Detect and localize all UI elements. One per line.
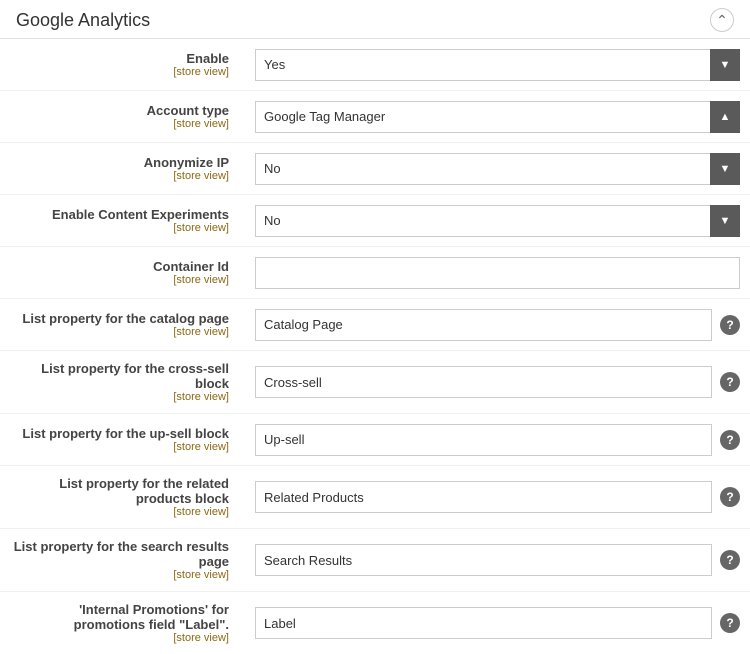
- field-label-list_property_search_results: List property for the search results pag…: [10, 539, 229, 569]
- form-row-anonymize_ip: Anonymize IP[store view] YesNo▼: [0, 143, 750, 195]
- select-wrapper-enable_content_experiments: YesNo▼: [255, 205, 740, 237]
- field-label-list_property_catalog: List property for the catalog page: [10, 311, 229, 326]
- select-wrapper-anonymize_ip: YesNo▼: [255, 153, 740, 185]
- select-anonymize_ip[interactable]: YesNo: [255, 153, 740, 185]
- label-cell-account_type: Account type[store view]: [0, 93, 245, 140]
- label-cell-anonymize_ip: Anonymize IP[store view]: [0, 145, 245, 192]
- form-container: Enable[store view]YesNo▼Account type[sto…: [0, 39, 750, 654]
- help-icon-internal_promotions[interactable]: ?: [720, 613, 740, 633]
- help-icon-list_property_catalog[interactable]: ?: [720, 315, 740, 335]
- form-row-account_type: Account type[store view] Google Analytics…: [0, 91, 750, 143]
- collapse-button[interactable]: ⌃: [710, 8, 734, 32]
- control-cell-enable: YesNo▼: [245, 41, 750, 89]
- field-label-enable_content_experiments: Enable Content Experiments: [10, 207, 229, 222]
- form-row-list_property_catalog: List property for the catalog page[store…: [0, 299, 750, 351]
- form-row-container_id: Container Id[store view]: [0, 247, 750, 299]
- control-cell-list_property_related_products: ?: [245, 473, 750, 521]
- store-view-list_property_search_results: [store view]: [10, 569, 229, 581]
- label-cell-internal_promotions: 'Internal Promotions' for promotions fie…: [0, 592, 245, 654]
- store-view-anonymize_ip: [store view]: [10, 170, 229, 182]
- page-title: Google Analytics: [16, 10, 150, 31]
- field-label-list_property_related_products: List property for the related products b…: [10, 476, 229, 506]
- store-view-account_type: [store view]: [10, 118, 229, 130]
- input-list_property_cross_sell[interactable]: [255, 366, 712, 398]
- form-row-list_property_up_sell: List property for the up-sell block[stor…: [0, 414, 750, 466]
- form-row-enable_content_experiments: Enable Content Experiments[store view] Ye…: [0, 195, 750, 247]
- label-cell-list_property_catalog: List property for the catalog page[store…: [0, 301, 245, 348]
- store-view-list_property_catalog: [store view]: [10, 326, 229, 338]
- store-view-list_property_related_products: [store view]: [10, 506, 229, 518]
- help-icon-list_property_cross_sell[interactable]: ?: [720, 372, 740, 392]
- input-list_property_up_sell[interactable]: [255, 424, 712, 456]
- select-enable[interactable]: YesNo: [255, 49, 740, 81]
- field-label-account_type: Account type: [10, 103, 229, 118]
- control-cell-internal_promotions: ?: [245, 599, 750, 647]
- label-cell-list_property_up_sell: List property for the up-sell block[stor…: [0, 416, 245, 463]
- form-row-internal_promotions: 'Internal Promotions' for promotions fie…: [0, 592, 750, 654]
- control-cell-enable_content_experiments: YesNo▼: [245, 197, 750, 245]
- control-cell-account_type: Google AnalyticsGoogle Tag ManagerUniver…: [245, 93, 750, 141]
- field-label-anonymize_ip: Anonymize IP: [10, 155, 229, 170]
- help-icon-list_property_related_products[interactable]: ?: [720, 487, 740, 507]
- page-header: Google Analytics ⌃: [0, 0, 750, 39]
- form-row-list_property_search_results: List property for the search results pag…: [0, 529, 750, 592]
- label-cell-enable: Enable[store view]: [0, 41, 245, 88]
- main-content: Enable[store view]YesNo▼Account type[sto…: [0, 39, 750, 654]
- form-row-list_property_cross_sell: List property for the cross-sell block[s…: [0, 351, 750, 414]
- label-cell-list_property_related_products: List property for the related products b…: [0, 466, 245, 528]
- field-label-container_id: Container Id: [10, 259, 229, 274]
- control-cell-container_id: [245, 249, 750, 297]
- store-view-list_property_up_sell: [store view]: [10, 441, 229, 453]
- help-icon-list_property_search_results[interactable]: ?: [720, 550, 740, 570]
- input-container_id[interactable]: [255, 257, 740, 289]
- form-row-list_property_related_products: List property for the related products b…: [0, 466, 750, 529]
- control-cell-list_property_cross_sell: ?: [245, 358, 750, 406]
- field-label-internal_promotions: 'Internal Promotions' for promotions fie…: [10, 602, 229, 632]
- control-cell-list_property_catalog: ?: [245, 301, 750, 349]
- select-enable_content_experiments[interactable]: YesNo: [255, 205, 740, 237]
- select-account_type[interactable]: Google AnalyticsGoogle Tag ManagerUniver…: [255, 101, 740, 133]
- store-view-enable_content_experiments: [store view]: [10, 222, 229, 234]
- field-label-list_property_cross_sell: List property for the cross-sell block: [10, 361, 229, 391]
- control-cell-list_property_up_sell: ?: [245, 416, 750, 464]
- field-label-list_property_up_sell: List property for the up-sell block: [10, 426, 229, 441]
- store-view-internal_promotions: [store view]: [10, 632, 229, 644]
- store-view-container_id: [store view]: [10, 274, 229, 286]
- input-internal_promotions[interactable]: [255, 607, 712, 639]
- input-list_property_search_results[interactable]: [255, 544, 712, 576]
- label-cell-enable_content_experiments: Enable Content Experiments[store view]: [0, 197, 245, 244]
- help-icon-list_property_up_sell[interactable]: ?: [720, 430, 740, 450]
- input-list_property_catalog[interactable]: [255, 309, 712, 341]
- input-list_property_related_products[interactable]: [255, 481, 712, 513]
- store-view-enable: [store view]: [10, 66, 229, 78]
- label-cell-list_property_cross_sell: List property for the cross-sell block[s…: [0, 351, 245, 413]
- store-view-list_property_cross_sell: [store view]: [10, 391, 229, 403]
- label-cell-list_property_search_results: List property for the search results pag…: [0, 529, 245, 591]
- field-label-enable: Enable: [10, 51, 229, 66]
- control-cell-anonymize_ip: YesNo▼: [245, 145, 750, 193]
- control-cell-list_property_search_results: ?: [245, 536, 750, 584]
- label-cell-container_id: Container Id[store view]: [0, 249, 245, 296]
- select-wrapper-enable: YesNo▼: [255, 49, 740, 81]
- select-wrapper-account_type: Google AnalyticsGoogle Tag ManagerUniver…: [255, 101, 740, 133]
- form-row-enable: Enable[store view] YesNo▼: [0, 39, 750, 91]
